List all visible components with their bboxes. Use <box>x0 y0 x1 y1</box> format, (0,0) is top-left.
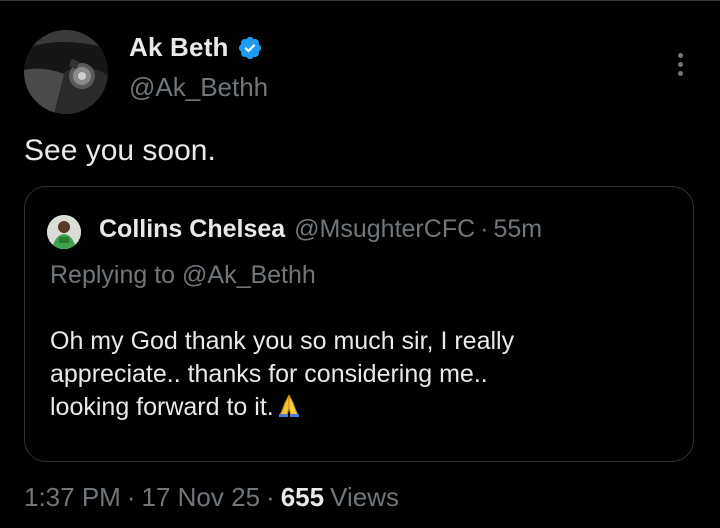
quoted-header-separator: · <box>480 215 489 243</box>
author-name[interactable]: Ak Beth <box>129 32 229 63</box>
author-handle[interactable]: @Ak_Bethh <box>129 72 268 103</box>
top-divider <box>0 0 720 1</box>
quoted-body-line: Oh my God thank you so much sir, I reall… <box>50 327 515 355</box>
more-options-icon[interactable] <box>664 48 696 80</box>
quoted-body-line: appreciate.. thanks for considering me.. <box>50 360 488 388</box>
quoted-tweet-body: Oh my God thank you so much sir, I reall… <box>50 325 670 427</box>
quoted-author-handle[interactable]: @MsughterCFC <box>294 215 475 244</box>
author-name-row[interactable]: Ak Beth <box>129 32 263 63</box>
tweet-text: See you soon. <box>24 134 216 167</box>
meta-separator: · <box>126 482 136 512</box>
tweet-time[interactable]: 1:37 PM <box>24 482 121 512</box>
more-dot <box>677 52 683 58</box>
quoted-body-line-text: looking forward to it. <box>50 393 274 421</box>
quoted-author-name[interactable]: Collins Chelsea <box>99 215 285 244</box>
quoted-author-avatar[interactable] <box>47 215 81 249</box>
views-label: Views <box>330 482 399 512</box>
quoted-body-line-last: looking forward to it. <box>50 391 670 427</box>
tweet-date[interactable]: 17 Nov 25 <box>142 482 261 512</box>
meta-separator: · <box>266 482 275 512</box>
quoted-tweet-header: Collins Chelsea @MsughterCFC · 55m <box>99 215 542 244</box>
tweet-meta: 1:37 PM · 17 Nov 25 · 655 Views <box>24 482 399 513</box>
pray-hands-icon <box>276 392 302 427</box>
quoted-tweet-card[interactable]: Collins Chelsea @MsughterCFC · 55m Reply… <box>24 186 694 462</box>
quoted-replying-to: Replying to @Ak_Bethh <box>50 261 316 289</box>
more-dot <box>677 61 683 67</box>
quoted-author-avatar-image <box>47 215 81 249</box>
quoted-tweet-time[interactable]: 55m <box>493 215 542 244</box>
verified-badge-icon <box>237 35 263 61</box>
views-count[interactable]: 655 <box>281 482 324 512</box>
more-dot <box>677 70 683 76</box>
author-avatar[interactable] <box>24 30 108 114</box>
author-avatar-image <box>24 30 108 114</box>
